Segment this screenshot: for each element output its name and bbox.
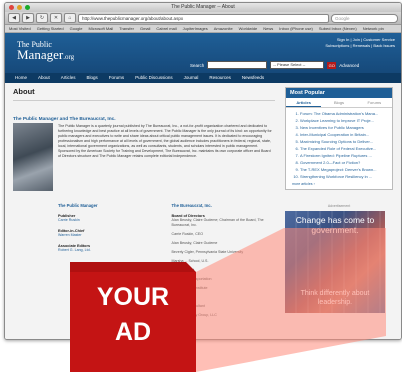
about-paragraph: The Public Manager is a quarterly journa… (58, 124, 272, 158)
bookmark-item[interactable]: Subed Inbox (Nexen) (319, 25, 357, 32)
stop-icon[interactable]: ✕ (50, 13, 62, 23)
board-member: Carrie Ruskin, CEO (171, 232, 204, 236)
search-label: Search (190, 62, 205, 68)
main-nav: Home About Articles Blogs Forums Public Discu… (5, 73, 401, 83)
popular-article-link[interactable]: A Firestorm Ignited: Pipeline Ruptures .… (300, 152, 392, 159)
bookmark-item[interactable]: Transfer (119, 25, 134, 32)
nav-item-public-discussions[interactable]: Public Discussions (135, 73, 173, 83)
tab-articles[interactable]: Articles (286, 98, 322, 107)
staff-name[interactable]: Robert G. Lang, Ltd. (58, 248, 160, 253)
site-search-input[interactable] (207, 61, 268, 69)
ad-tagline: Think differently about leadership. (300, 290, 370, 306)
bookmark-item[interactable]: Cabrel mail (156, 25, 176, 32)
most-popular-list: Forum: The Obama Administration's Mana..… (286, 110, 392, 180)
bookmarks-bar: Most Visited Getting Started Google Microso… (5, 25, 401, 33)
section-subhead: The Public Manager and The Bureaucrat, I… (13, 117, 116, 122)
bookmark-item[interactable]: News (263, 25, 273, 32)
nav-item-newsfeeds[interactable]: Newsfeeds (242, 73, 264, 83)
advanced-search-link[interactable]: Advanced (339, 63, 359, 68)
forward-icon[interactable]: ▶ (22, 13, 34, 23)
more-articles-link[interactable]: more articles › (286, 182, 392, 189)
sidebar: Most Popular ArticlesBlogsForums Forum: … (285, 87, 393, 313)
popular-article-link[interactable]: Strengthening Workforce Resiliency in ..… (300, 173, 392, 180)
logo-line-2: Manager (17, 47, 64, 62)
site-header: The Public Manager.org Sign In | Join | … (5, 33, 401, 73)
building-photo (13, 123, 53, 191)
site-logo[interactable]: The Public Manager.org (17, 40, 74, 62)
logo-suffix: .org (63, 53, 75, 61)
back-icon[interactable]: ◀ (8, 13, 20, 23)
bookmark-item[interactable]: Google (70, 25, 83, 32)
board-member: Alan Beusky, Claire Gudeme (171, 241, 218, 245)
popular-article-link[interactable]: The Expanded Role of Federal Executive..… (300, 145, 392, 152)
staff-name[interactable]: Carrie Ruskin (58, 218, 160, 223)
your-ad-label: YOUR AD (70, 280, 196, 350)
nav-item-resources[interactable]: Resources (209, 73, 231, 83)
nav-item-articles[interactable]: Articles (61, 73, 76, 83)
popular-article-link[interactable]: Maximizing Sourcing Options to Deliver..… (300, 138, 392, 145)
page-content: About The Public Manager and The Bureauc… (5, 83, 401, 339)
ad-headline: Change has come to government. (295, 215, 375, 235)
your-ad-line-1: YOUR (96, 283, 170, 311)
sidebar-advertisement[interactable]: Change has come to government. Think dif… (285, 211, 385, 313)
popular-article-link[interactable]: New Incentives for Public Managers (300, 124, 392, 131)
nav-item-blogs[interactable]: Blogs (87, 73, 98, 83)
url-bar[interactable]: http://www.thepublicmanager.org/about/ab… (78, 13, 329, 23)
staff-name[interactable]: Warren Master (58, 233, 160, 238)
your-ad-line-2: AD (114, 318, 152, 346)
account-links: Sign In | Join | Customer Service Subscr… (325, 37, 395, 49)
search-category-select[interactable]: -- Please Select -- (270, 61, 325, 69)
popular-article-link[interactable]: Workplace Learning to Improve IT Proje..… (300, 117, 392, 124)
bookmark-item[interactable]: Network pin (363, 25, 384, 32)
go-button[interactable]: GO (327, 61, 337, 69)
bookmark-item[interactable]: Getting Started (37, 25, 64, 32)
tab-forums[interactable]: Forums (357, 98, 392, 107)
bookmark-item[interactable]: Worldwide (239, 25, 258, 32)
bookmark-item[interactable]: Gmail (140, 25, 150, 32)
popular-article-link[interactable]: Inter-Municipal Cooperation in Britain..… (300, 131, 392, 138)
column-heading[interactable]: The Bureaucrat, Inc. (172, 203, 274, 208)
nav-item-about[interactable]: About (38, 73, 50, 83)
nav-item-home[interactable]: Home (15, 73, 27, 83)
close-icon[interactable] (9, 5, 14, 10)
zoom-icon[interactable] (25, 5, 30, 10)
browser-window: The Public Manager -- About ◀ ▶ ↻ ✕ ⌂ ht… (4, 2, 402, 340)
site-search: Search -- Please Select -- GO Advanced (190, 61, 359, 69)
most-popular-title: Most Popular (286, 88, 392, 98)
popular-article-link[interactable]: The T-REX Megaproject: Denver's Brown... (300, 166, 392, 173)
main-column: About The Public Manager and The Bureauc… (13, 87, 275, 317)
popular-article-link[interactable]: Government 2.0—Fact or Fiction? (300, 159, 392, 166)
tab-blogs[interactable]: Blogs (321, 98, 356, 107)
nav-item-journal[interactable]: Journal (184, 73, 199, 83)
window-title: The Public Manager -- About (171, 4, 235, 10)
ad-label: Advertisement (327, 204, 351, 208)
popular-article-link[interactable]: Forum: The Obama Administration's Mana..… (300, 110, 392, 117)
most-popular-box: Most Popular ArticlesBlogsForums Forum: … (285, 87, 393, 190)
reload-icon[interactable]: ↻ (36, 13, 48, 23)
bookmark-item[interactable]: Amazonite (214, 25, 233, 32)
board-member: Marsha ... School, U.S. (171, 259, 209, 263)
title-bar: The Public Manager -- About (5, 3, 401, 12)
window-controls (9, 5, 30, 10)
bookmark-item[interactable]: Most Visited (9, 25, 31, 32)
board-member: Beverly Cigler, Pennsylvania State Unive… (171, 250, 244, 254)
board-member: ... Department (171, 268, 195, 272)
home-icon[interactable]: ⌂ (64, 13, 76, 23)
page-title: About (13, 87, 275, 101)
browser-toolbar: ◀ ▶ ↻ ✕ ⌂ http://www.thepublicmanager.or… (5, 12, 401, 25)
bookmark-item[interactable]: Inbox (iPhone use) (279, 25, 313, 32)
nav-item-forums[interactable]: Forums (109, 73, 124, 83)
column-heading[interactable]: The Public Manager (58, 203, 160, 208)
bookmark-item[interactable]: Microsoft Mail (89, 25, 114, 32)
bookmark-item[interactable]: JupiterImages (183, 25, 208, 32)
minimize-icon[interactable] (17, 5, 22, 10)
most-popular-tabs: Articles Blogs Forums (286, 98, 392, 108)
account-links-2[interactable]: Subscriptions | Renewals | Back Issues (325, 43, 395, 49)
board-chair: Alan Beusky, Claire Gudeme; Chairman of … (171, 218, 264, 227)
search-engine-box[interactable]: Google (331, 13, 398, 23)
